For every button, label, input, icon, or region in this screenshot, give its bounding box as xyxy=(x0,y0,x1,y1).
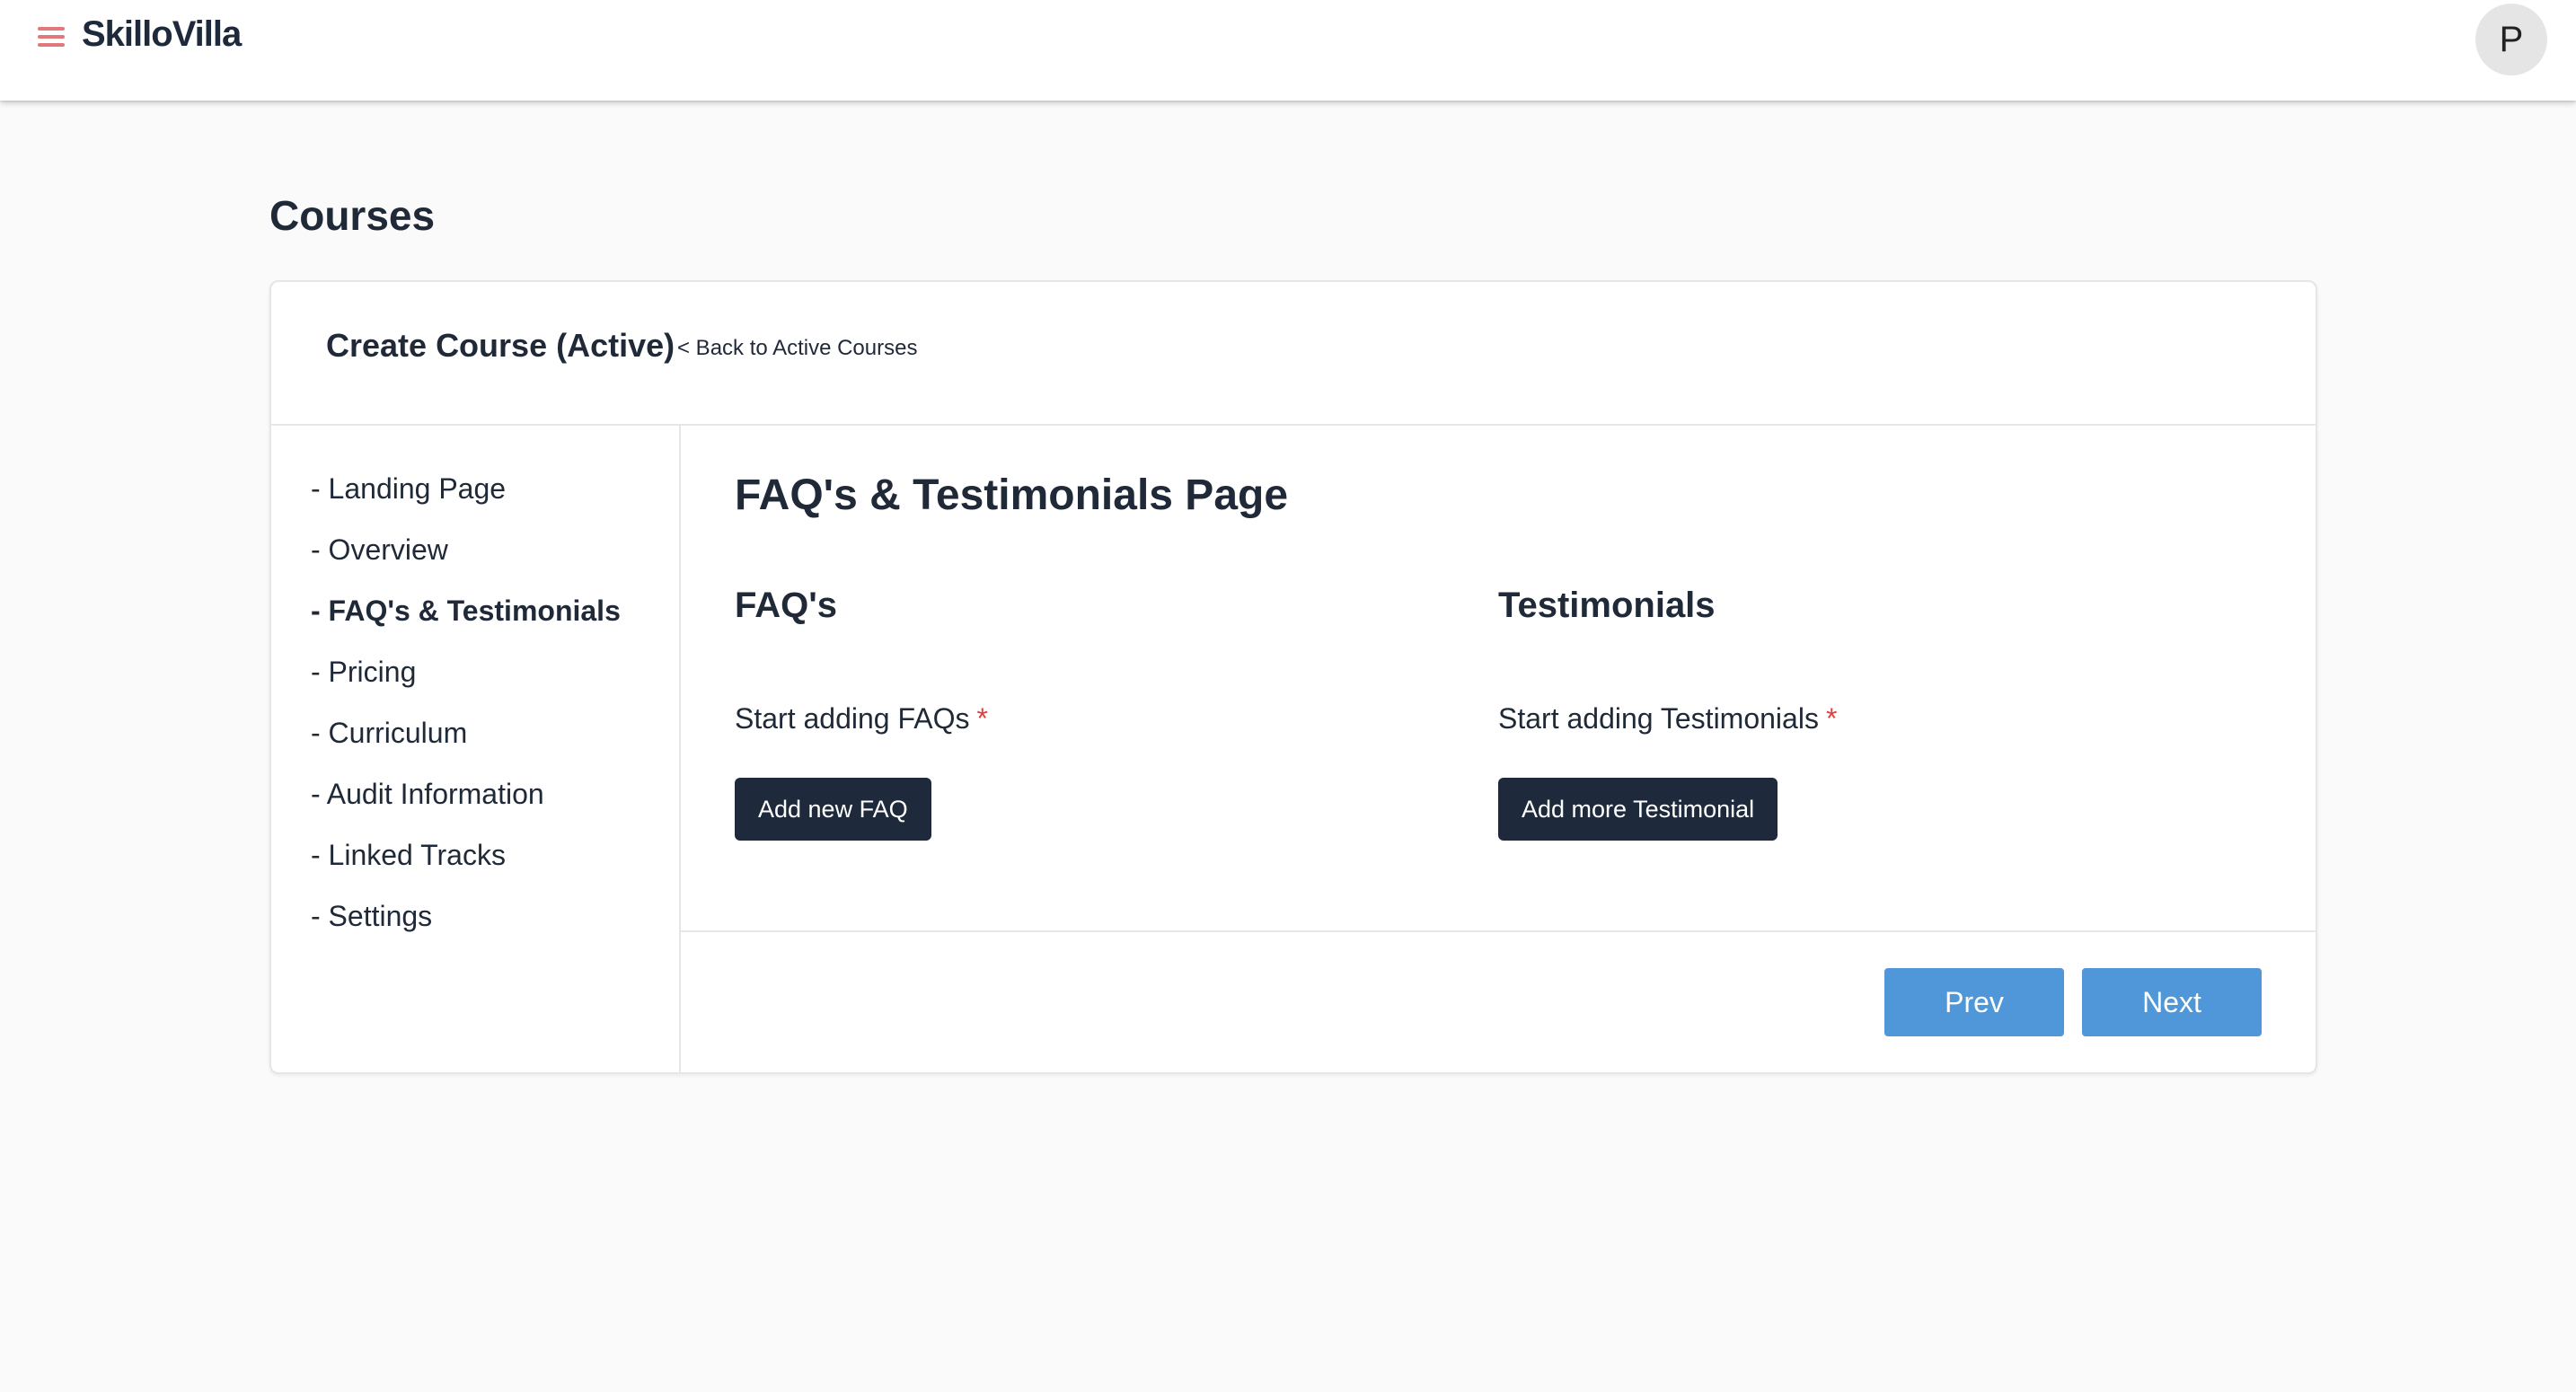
testimonials-field-label: Start adding Testimonials * xyxy=(1498,702,1837,736)
back-to-active-courses-link[interactable]: < Back to Active Courses xyxy=(677,336,917,361)
sidebar-item-curriculum[interactable]: - Curriculum xyxy=(311,717,467,750)
faqs-field-label: Start adding FAQs * xyxy=(735,702,988,736)
sidebar-item-pricing[interactable]: - Pricing xyxy=(311,656,416,689)
divider xyxy=(681,930,2316,932)
add-new-faq-button[interactable]: Add new FAQ xyxy=(735,778,931,841)
sidebar-item-linked-tracks[interactable]: - Linked Tracks xyxy=(311,839,506,872)
card-title: Create Course (Active) xyxy=(326,327,675,364)
hamburger-menu-icon[interactable] xyxy=(38,25,65,48)
top-app-bar: SkilloVilla P xyxy=(0,0,2576,101)
section-title: FAQ's & Testimonials Page xyxy=(735,471,1289,519)
sidebar-item-audit-information[interactable]: - Audit Information xyxy=(311,778,544,811)
sidebar-item-overview[interactable]: - Overview xyxy=(311,533,448,567)
brand-logo[interactable]: SkilloVilla xyxy=(82,14,242,55)
required-mark: * xyxy=(976,702,988,735)
page-title: Courses xyxy=(269,192,436,239)
faqs-heading: FAQ's xyxy=(735,586,837,625)
user-avatar[interactable]: P xyxy=(2475,4,2547,75)
faqs-field-label-text: Start adding FAQs xyxy=(735,702,970,735)
add-more-testimonial-button[interactable]: Add more Testimonial xyxy=(1498,778,1778,841)
testimonials-field-label-text: Start adding Testimonials xyxy=(1498,702,1819,735)
sidebar-item-faqs-testimonials[interactable]: - FAQ's & Testimonials xyxy=(311,595,621,628)
faqs-testimonials-panel: FAQ's & Testimonials Page FAQ's Start ad… xyxy=(681,426,2316,1072)
sidebar-item-settings[interactable]: - Settings xyxy=(311,900,432,933)
prev-button[interactable]: Prev xyxy=(1884,968,2064,1036)
course-steps-sidebar: - Landing Page - Overview - FAQ's & Test… xyxy=(271,426,681,1072)
testimonials-heading: Testimonials xyxy=(1498,586,1716,625)
required-mark: * xyxy=(1825,702,1838,735)
next-button[interactable]: Next xyxy=(2082,968,2262,1036)
sidebar-item-landing-page[interactable]: - Landing Page xyxy=(311,472,506,506)
create-course-card: Create Course (Active) < Back to Active … xyxy=(269,280,2317,1074)
card-header: Create Course (Active) < Back to Active … xyxy=(271,282,2316,426)
